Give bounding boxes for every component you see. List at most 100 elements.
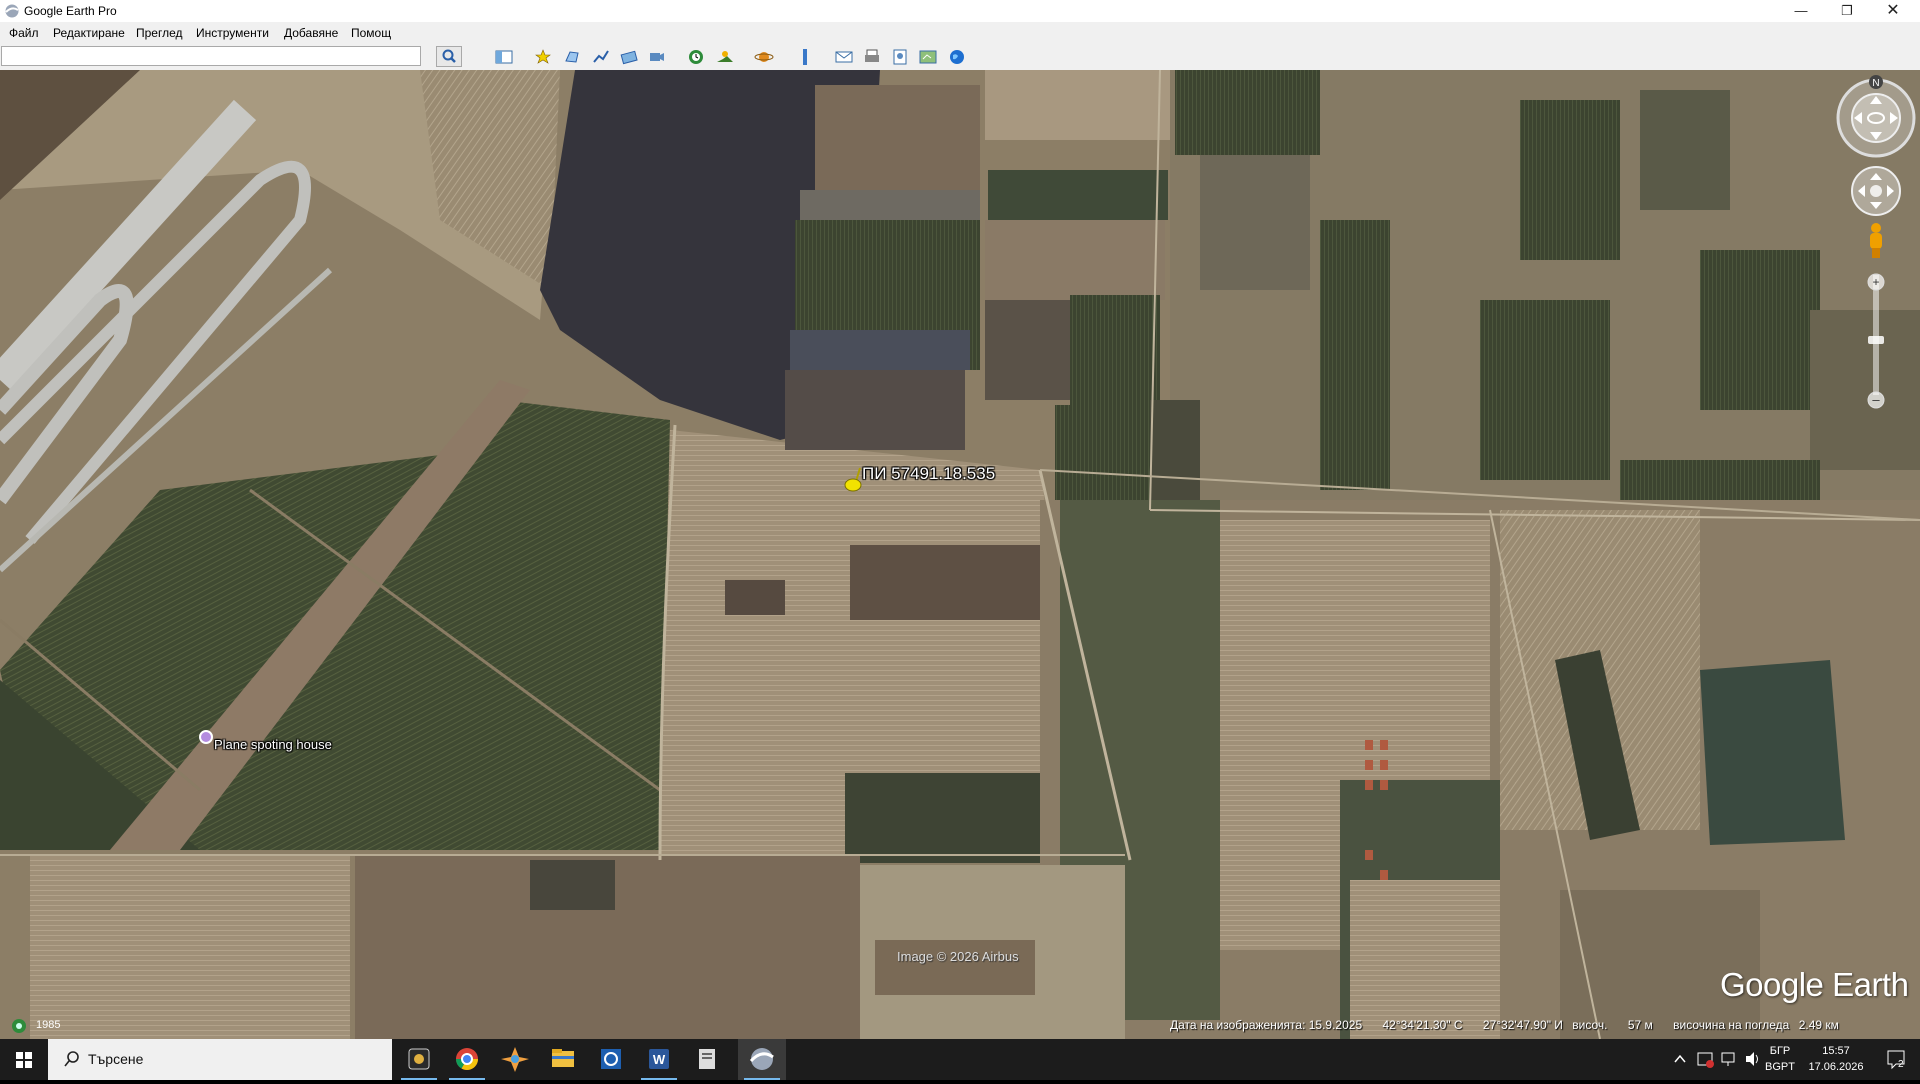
search-icon bbox=[64, 1051, 79, 1067]
notification-count: 2 bbox=[1898, 1059, 1904, 1070]
google-earth-app-icon bbox=[5, 4, 19, 18]
google-earth-icon bbox=[749, 1048, 774, 1070]
sidebar-toggle-button[interactable] bbox=[494, 47, 514, 67]
file-explorer-icon bbox=[552, 1049, 574, 1067]
record-tour-button[interactable] bbox=[647, 47, 667, 67]
clock-time: 15:57 bbox=[1822, 1045, 1850, 1057]
app-5-icon bbox=[601, 1049, 621, 1069]
earth-icon bbox=[950, 50, 964, 64]
menu-tools[interactable]: Инструменти bbox=[196, 26, 269, 40]
earth-button[interactable] bbox=[947, 47, 967, 67]
image-overlay-icon bbox=[620, 50, 638, 65]
add-image-overlay-button[interactable] bbox=[619, 47, 639, 67]
input-language[interactable]: БГР BGPT bbox=[1765, 1043, 1795, 1084]
plane-spotting-house-label[interactable]: Plane spoting house bbox=[214, 737, 332, 752]
sidebar-toggle-icon bbox=[495, 50, 513, 64]
longitude: 27°32'47.90" И bbox=[1482, 1018, 1563, 1032]
planets-button[interactable] bbox=[754, 47, 774, 67]
clock-date: 17.06.2026 bbox=[1808, 1061, 1864, 1073]
title-bar: Google Earth Pro — ❐ ✕ bbox=[0, 0, 1920, 22]
windows-logo-icon bbox=[16, 1052, 32, 1068]
start-button[interactable] bbox=[0, 1039, 48, 1080]
menu-file[interactable]: Файл bbox=[9, 26, 39, 40]
taskbar-google-earth[interactable] bbox=[738, 1039, 786, 1080]
close-button[interactable]: ✕ bbox=[1870, 0, 1916, 22]
add-placemark-button[interactable] bbox=[533, 47, 553, 67]
move-joystick[interactable] bbox=[1851, 166, 1901, 216]
view-in-maps-button[interactable] bbox=[918, 47, 938, 67]
sunlight-button[interactable] bbox=[715, 47, 735, 67]
latitude: 42°34'21.30" С bbox=[1382, 1018, 1463, 1032]
svg-text:W: W bbox=[653, 1052, 666, 1067]
historical-imagery-icon bbox=[689, 50, 703, 64]
email-icon bbox=[835, 51, 853, 63]
restore-button[interactable]: ❐ bbox=[1824, 0, 1870, 22]
menu-view[interactable]: Преглед bbox=[136, 26, 183, 40]
taskbar-app-1[interactable] bbox=[395, 1039, 443, 1080]
placemark-icon bbox=[535, 49, 551, 64]
windows-taskbar: Търсене W БГР BGPT 15:57 17.06.2026 2 bbox=[0, 1039, 1920, 1080]
keyboard-layout: BGPT bbox=[1765, 1061, 1795, 1073]
north-indicator[interactable]: N bbox=[1869, 75, 1883, 89]
taskbar-search-box[interactable]: Търсене bbox=[48, 1039, 392, 1080]
placemark-label[interactable]: ПИ 57491.18.535 bbox=[862, 464, 995, 484]
taskbar-search-placeholder: Търсене bbox=[88, 1051, 144, 1067]
window-title: Google Earth Pro bbox=[24, 4, 117, 18]
taskbar-chrome[interactable] bbox=[443, 1039, 491, 1080]
search-icon bbox=[442, 49, 456, 63]
email-button[interactable] bbox=[834, 47, 854, 67]
search-button[interactable] bbox=[436, 46, 462, 67]
ruler-icon bbox=[803, 49, 807, 65]
volume-icon[interactable] bbox=[1742, 1039, 1762, 1080]
app-7-icon bbox=[699, 1049, 715, 1069]
search-input[interactable] bbox=[1, 46, 421, 66]
save-image-button[interactable] bbox=[890, 47, 910, 67]
elevation-label: височ. bbox=[1572, 1018, 1608, 1032]
imagery-date: Дата на изображенията: 15.9.2025 bbox=[1170, 1018, 1363, 1032]
taskbar-file-explorer[interactable] bbox=[539, 1039, 587, 1080]
street-view-pegman-icon[interactable] bbox=[1870, 223, 1882, 258]
record-tour-icon bbox=[650, 53, 664, 61]
map-view[interactable]: ПИ 57491.18.535 Plane spoting house Imag… bbox=[0, 70, 1920, 1039]
add-polygon-button[interactable] bbox=[562, 47, 582, 67]
print-button[interactable] bbox=[862, 47, 882, 67]
ruler-button[interactable] bbox=[795, 47, 815, 67]
taskbar-app-3[interactable] bbox=[491, 1039, 539, 1080]
menu-help[interactable]: Помощ bbox=[351, 26, 391, 40]
satellite-imagery bbox=[0, 70, 1920, 1039]
hand-icon bbox=[1870, 185, 1882, 197]
app-1-icon bbox=[408, 1048, 430, 1070]
svg-text:N: N bbox=[1872, 78, 1879, 89]
navigation-controls: N + – bbox=[1836, 70, 1920, 430]
look-joystick[interactable] bbox=[1836, 78, 1916, 158]
historic-imagery-globe-icon[interactable] bbox=[10, 1017, 30, 1035]
polygon-icon bbox=[565, 51, 579, 63]
show-hidden-icons-chevron-icon[interactable] bbox=[1672, 1039, 1688, 1080]
svg-text:–: – bbox=[1872, 392, 1880, 407]
notification-icon bbox=[1887, 1050, 1905, 1070]
view-in-maps-icon bbox=[919, 50, 937, 64]
save-image-icon bbox=[893, 49, 907, 65]
notification-center-button[interactable]: 2 bbox=[1876, 1039, 1916, 1080]
network-icon[interactable] bbox=[1718, 1039, 1738, 1080]
zoom-slider[interactable]: + – bbox=[1867, 273, 1885, 409]
taskbar-app-5[interactable] bbox=[587, 1039, 635, 1080]
app-3-icon bbox=[501, 1047, 529, 1072]
imagery-copyright: Image © 2026 Airbus bbox=[897, 949, 1019, 964]
svg-text:+: + bbox=[1872, 275, 1879, 289]
planets-icon bbox=[754, 52, 774, 62]
taskbar-app-7[interactable] bbox=[683, 1039, 731, 1080]
menu-bar: Файл Редактиране Преглед Инструменти Доб… bbox=[0, 22, 1920, 44]
print-icon bbox=[865, 49, 879, 62]
taskbar-word[interactable]: W bbox=[635, 1039, 683, 1080]
word-icon: W bbox=[649, 1049, 669, 1069]
historical-imagery-button[interactable] bbox=[686, 47, 706, 67]
menu-add[interactable]: Добавяне bbox=[284, 26, 338, 40]
elevation: 57 м bbox=[1627, 1018, 1653, 1032]
clock[interactable]: 15:57 17.06.2026 bbox=[1806, 1043, 1866, 1084]
historic-year: 1985 bbox=[36, 1019, 61, 1031]
minimize-button[interactable]: — bbox=[1778, 0, 1824, 22]
security-alert-icon[interactable] bbox=[1695, 1039, 1715, 1080]
menu-edit[interactable]: Редактиране bbox=[53, 26, 125, 40]
add-path-button[interactable] bbox=[591, 47, 611, 67]
